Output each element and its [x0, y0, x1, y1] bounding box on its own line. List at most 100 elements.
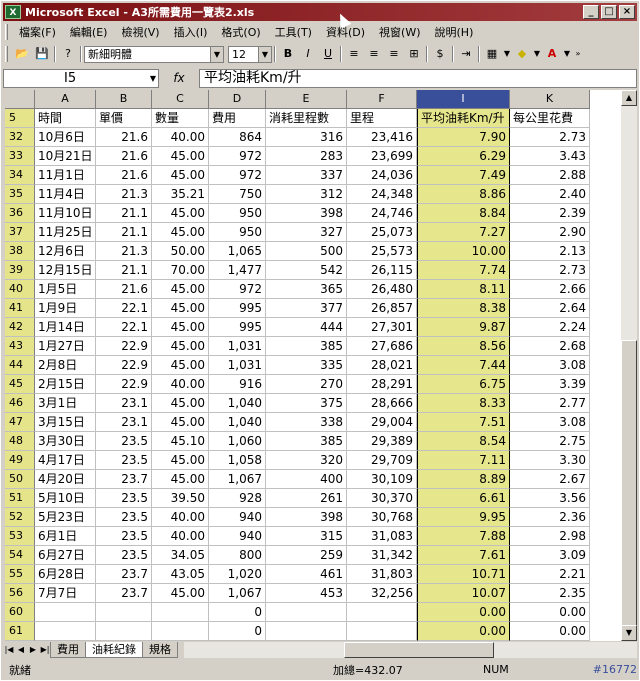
table-cell[interactable]: 270 — [266, 375, 347, 394]
table-cell[interactable]: 40.00 — [152, 508, 209, 527]
table-cell[interactable]: 45.00 — [152, 204, 209, 223]
table-cell[interactable]: 3月1日 — [35, 394, 96, 413]
table-cell[interactable]: 2.21 — [510, 565, 590, 584]
table-cell[interactable] — [266, 622, 347, 641]
menu-edit[interactable]: 編輯(E) — [63, 24, 115, 40]
table-cell[interactable]: 1月27日 — [35, 337, 96, 356]
table-cell[interactable]: 2.73 — [510, 261, 590, 280]
table-cell[interactable]: 25,073 — [347, 223, 417, 242]
table-cell[interactable]: 338 — [266, 413, 347, 432]
table-cell[interactable]: 11月10日 — [35, 204, 96, 223]
table-cell[interactable]: 30,370 — [347, 489, 417, 508]
table-cell[interactable]: 26,115 — [347, 261, 417, 280]
table-cell[interactable]: 50.00 — [152, 242, 209, 261]
table-cell[interactable]: 928 — [209, 489, 266, 508]
align-right-icon[interactable]: ≡ — [384, 45, 404, 63]
table-cell[interactable]: 35.21 — [152, 185, 209, 204]
table-cell[interactable]: 283 — [266, 147, 347, 166]
table-cell[interactable]: 43.05 — [152, 565, 209, 584]
table-cell[interactable]: 31,083 — [347, 527, 417, 546]
table-cell[interactable]: 45.00 — [152, 147, 209, 166]
row-header[interactable]: 40 — [5, 280, 35, 299]
table-cell[interactable]: 400 — [266, 470, 347, 489]
table-cell[interactable]: 7.11 — [417, 451, 510, 470]
merge-center-icon[interactable]: ⊞ — [404, 45, 424, 63]
column-header-k[interactable]: K — [510, 90, 590, 109]
table-header-cell[interactable]: 時間 — [35, 109, 96, 128]
table-cell[interactable]: 21.6 — [96, 128, 152, 147]
table-cell[interactable]: 1,477 — [209, 261, 266, 280]
row-header[interactable]: 37 — [5, 223, 35, 242]
table-cell[interactable]: 2.13 — [510, 242, 590, 261]
table-cell[interactable]: 8.54 — [417, 432, 510, 451]
table-cell[interactable]: 444 — [266, 318, 347, 337]
table-cell[interactable]: 45.00 — [152, 280, 209, 299]
column-header-f[interactable]: F — [347, 90, 417, 109]
table-cell[interactable]: 1,065 — [209, 242, 266, 261]
table-cell[interactable]: 21.3 — [96, 185, 152, 204]
table-cell[interactable]: 950 — [209, 204, 266, 223]
table-cell[interactable]: 22.9 — [96, 375, 152, 394]
italic-button[interactable]: I — [298, 45, 318, 63]
table-cell[interactable]: 40.00 — [152, 527, 209, 546]
toolbar-grip[interactable] — [5, 24, 8, 40]
table-cell[interactable]: 31,342 — [347, 546, 417, 565]
table-cell[interactable]: 500 — [266, 242, 347, 261]
table-cell[interactable]: 1月14日 — [35, 318, 96, 337]
table-cell[interactable]: 316 — [266, 128, 347, 147]
table-cell[interactable]: 3.43 — [510, 147, 590, 166]
table-cell[interactable] — [152, 603, 209, 622]
menu-tools[interactable]: 工具(T) — [268, 24, 319, 40]
font-size-combo[interactable]: 12 ▼ — [228, 45, 272, 63]
table-cell[interactable]: 4月17日 — [35, 451, 96, 470]
table-cell[interactable]: 312 — [266, 185, 347, 204]
table-header-cell[interactable]: 消耗里程數 — [266, 109, 347, 128]
table-cell[interactable]: 0 — [209, 622, 266, 641]
table-cell[interactable]: 5月23日 — [35, 508, 96, 527]
table-cell[interactable]: 45.00 — [152, 451, 209, 470]
table-cell[interactable]: 45.00 — [152, 356, 209, 375]
fill-color-icon[interactable]: ◆ — [512, 45, 532, 63]
table-cell[interactable]: 29,709 — [347, 451, 417, 470]
horizontal-scrollbar[interactable] — [184, 641, 637, 658]
table-header-cell[interactable]: 里程 — [347, 109, 417, 128]
table-cell[interactable]: 1,067 — [209, 584, 266, 603]
table-cell[interactable]: 24,746 — [347, 204, 417, 223]
table-cell[interactable]: 335 — [266, 356, 347, 375]
table-cell[interactable]: 4月20日 — [35, 470, 96, 489]
column-header-c[interactable]: C — [152, 90, 209, 109]
menu-format[interactable]: 格式(O) — [214, 24, 267, 40]
table-cell[interactable]: 1,020 — [209, 565, 266, 584]
table-cell[interactable]: 22.1 — [96, 318, 152, 337]
table-header-cell[interactable]: 費用 — [209, 109, 266, 128]
chevron-down-icon[interactable]: ▼ — [150, 70, 156, 87]
chevron-down-icon[interactable]: ▼ — [502, 45, 512, 63]
table-cell[interactable]: 2.73 — [510, 128, 590, 147]
table-cell[interactable]: 7.88 — [417, 527, 510, 546]
table-cell[interactable]: 3.08 — [510, 413, 590, 432]
table-cell[interactable]: 9.95 — [417, 508, 510, 527]
table-cell[interactable]: 23.5 — [96, 451, 152, 470]
table-cell[interactable]: 375 — [266, 394, 347, 413]
table-header-cell[interactable]: 數量 — [152, 109, 209, 128]
row-header[interactable]: 51 — [5, 489, 35, 508]
table-header-cell[interactable]: 每公里花費 — [510, 109, 590, 128]
table-cell[interactable]: 28,291 — [347, 375, 417, 394]
currency-button[interactable]: $ — [430, 45, 450, 63]
table-cell[interactable]: 950 — [209, 223, 266, 242]
table-cell[interactable]: 34.05 — [152, 546, 209, 565]
table-cell[interactable]: 377 — [266, 299, 347, 318]
table-cell[interactable]: 0.00 — [510, 603, 590, 622]
row-header[interactable]: 36 — [5, 204, 35, 223]
table-cell[interactable]: 2.35 — [510, 584, 590, 603]
table-cell[interactable]: 995 — [209, 299, 266, 318]
table-cell[interactable]: 23,699 — [347, 147, 417, 166]
table-cell[interactable]: 1,031 — [209, 356, 266, 375]
table-cell[interactable]: 45.00 — [152, 337, 209, 356]
table-cell[interactable]: 26,480 — [347, 280, 417, 299]
save-icon[interactable]: 💾 — [32, 45, 52, 63]
table-cell[interactable]: 10月21日 — [35, 147, 96, 166]
table-cell[interactable]: 2.75 — [510, 432, 590, 451]
table-cell[interactable]: 2.67 — [510, 470, 590, 489]
underline-button[interactable]: U — [318, 45, 338, 63]
